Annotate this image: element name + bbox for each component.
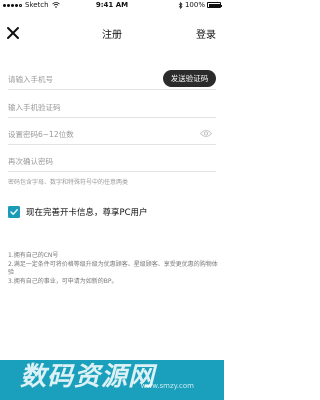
nav-bar: 注册 登录 bbox=[0, 22, 224, 46]
password-field[interactable]: 设置密码6~12位数 bbox=[8, 123, 216, 145]
checkmark-icon bbox=[10, 209, 18, 215]
code-placeholder: 输入手机验证码 bbox=[8, 103, 61, 112]
bluetooth-icon bbox=[178, 1, 183, 9]
battery-icon bbox=[207, 2, 222, 8]
login-link[interactable]: 登录 bbox=[196, 26, 216, 41]
status-bar: Sketch 9:41 AM 100% bbox=[0, 0, 224, 12]
password-placeholder: 设置密码6~12位数 bbox=[8, 130, 74, 139]
benefit-item: 2.满足一定条件可将价格等级升级为优惠顾客、星级顾客、享受更优惠的购物体验 bbox=[8, 260, 218, 277]
phone-placeholder: 请输入手机号 bbox=[8, 75, 53, 84]
promo-option[interactable]: 现在完善开卡信息，尊享PC用户 bbox=[8, 201, 216, 223]
benefit-item: 3.拥有自己的事业，可申请为如新的BP。 bbox=[8, 277, 118, 285]
page-title: 注册 bbox=[102, 30, 122, 41]
confirm-placeholder: 再次确认密码 bbox=[8, 157, 53, 166]
password-hint: 密码包含字母、数字和特殊符号中的任意两类 bbox=[8, 179, 129, 186]
promo-checkbox[interactable] bbox=[8, 206, 20, 218]
status-right: 100% bbox=[178, 1, 222, 9]
battery-percent: 100% bbox=[184, 1, 205, 9]
battery-fill bbox=[208, 3, 220, 7]
promo-text: 现在完善开卡信息，尊享PC用户 bbox=[26, 208, 148, 218]
benefit-item: 1.拥有自己的CN号 bbox=[8, 252, 59, 259]
code-field[interactable]: 输入手机验证码 bbox=[8, 96, 216, 118]
battery-percent-value: 100 bbox=[184, 1, 199, 9]
send-code-button[interactable]: 发送验证码 bbox=[163, 70, 216, 87]
watermark-text: 数码资源网 bbox=[20, 362, 156, 392]
eye-icon[interactable] bbox=[200, 129, 212, 138]
watermark-url: www.smzy.com bbox=[140, 382, 194, 390]
benefits-list: 1.拥有自己的CN号 2.满足一定条件可将价格等级升级为优惠顾客、星级顾客、享受… bbox=[8, 252, 218, 286]
phone-field[interactable]: 请输入手机号 发送验证码 bbox=[8, 68, 216, 90]
confirm-password-field[interactable]: 再次确认密码 bbox=[8, 150, 216, 172]
